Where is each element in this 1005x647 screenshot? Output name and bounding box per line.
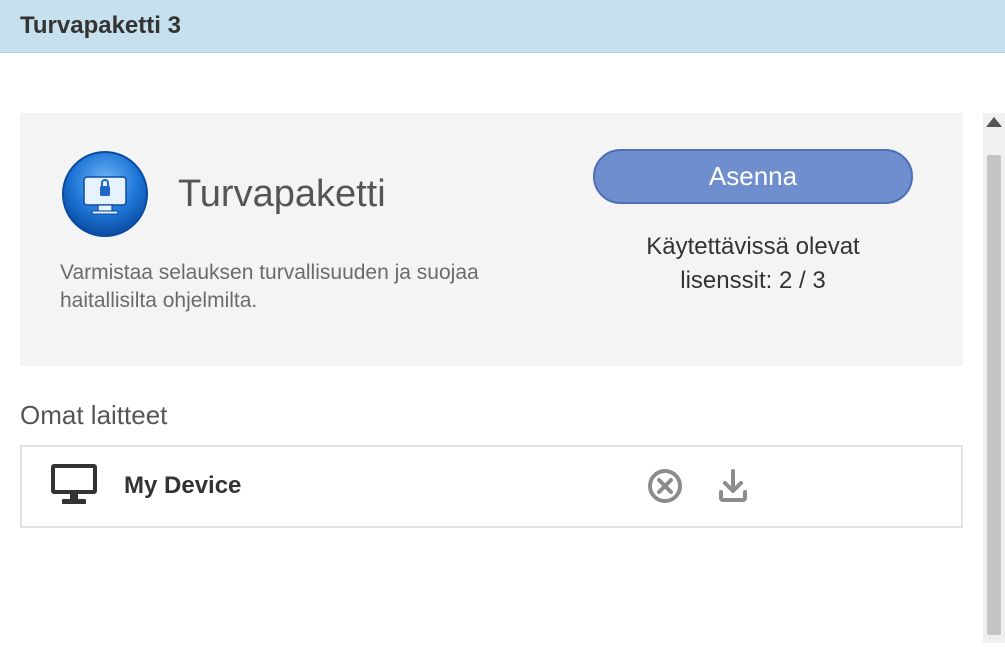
- device-name: My Device: [124, 472, 619, 500]
- license-line2: lisenssit: 2 / 3: [646, 264, 859, 298]
- device-row[interactable]: My Device: [20, 445, 963, 528]
- devices-heading: Omat laitteet: [20, 400, 963, 431]
- scroll-up-icon[interactable]: [986, 117, 1002, 127]
- product-title: Turvapaketti: [178, 173, 386, 216]
- page-title: Turvapaketti 3: [20, 12, 985, 40]
- license-used: 2: [779, 267, 792, 294]
- download-icon[interactable]: [713, 466, 753, 506]
- remove-icon[interactable]: [645, 466, 685, 506]
- content-wrapper: Turvapaketti Varmistaa selauksen turvall…: [0, 53, 1005, 647]
- license-total: 3: [812, 267, 825, 294]
- shield-lock-icon: [60, 149, 150, 239]
- header-bar: Turvapaketti 3: [0, 0, 1005, 53]
- product-card: Turvapaketti Varmistaa selauksen turvall…: [20, 113, 963, 366]
- main-content: Turvapaketti Varmistaa selauksen turvall…: [0, 53, 983, 647]
- product-actions: Asenna Käytettävissä olevat lisenssit: 2…: [583, 149, 923, 316]
- license-line1: Käytettävissä olevat: [646, 230, 859, 264]
- install-button[interactable]: Asenna: [593, 149, 913, 204]
- scroll-thumb[interactable]: [987, 155, 1001, 635]
- license-info: Käytettävissä olevat lisenssit: 2 / 3: [646, 230, 859, 297]
- scrollbar[interactable]: [983, 113, 1005, 643]
- license-line2-prefix: lisenssit:: [680, 267, 779, 294]
- monitor-icon: [50, 463, 98, 510]
- product-info: Turvapaketti Varmistaa selauksen turvall…: [60, 149, 543, 316]
- product-description: Varmistaa selauksen turvallisuuden ja su…: [60, 259, 543, 316]
- device-actions: [645, 466, 753, 506]
- devices-section: Omat laitteet My Device: [20, 400, 963, 528]
- product-header: Turvapaketti: [60, 149, 543, 239]
